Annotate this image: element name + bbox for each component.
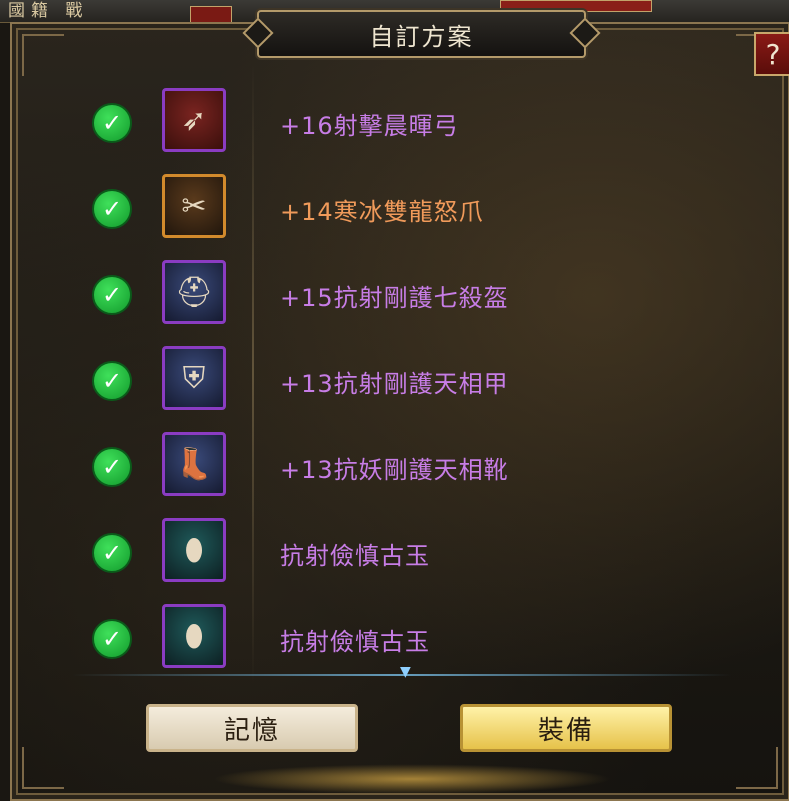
- boots-icon: 👢: [175, 446, 213, 482]
- equipment-row[interactable]: ✓ ⬮ 抗射儉慎古玉: [12, 514, 788, 594]
- equipment-row[interactable]: ✓ ➶ +16射擊晨暉弓: [12, 84, 788, 164]
- checkmark-icon[interactable]: ✓: [92, 447, 132, 487]
- checkmark-icon[interactable]: ✓: [92, 619, 132, 659]
- scroll-down-icon[interactable]: ▼: [400, 664, 411, 680]
- corner-ornament: [22, 34, 64, 76]
- jade-pendant-icon: ⬮: [184, 618, 204, 654]
- equipment-row[interactable]: ✓ ⛑ +15抗射剛護七殺盔: [12, 256, 788, 336]
- checkmark-icon[interactable]: ✓: [92, 533, 132, 573]
- item-name: +13抗妖剛護天相靴: [280, 456, 509, 484]
- item-name: +16射擊晨暉弓: [280, 112, 459, 140]
- jade-pendant-icon: ⬮: [184, 532, 204, 568]
- item-slot[interactable]: ⛨: [162, 346, 226, 410]
- equipment-row[interactable]: ✓ ⛨ +13抗射剛護天相甲: [12, 342, 788, 422]
- armor-icon: ⛨: [182, 360, 206, 396]
- item-name: +14寒冰雙龍怒爪: [280, 198, 484, 226]
- custom-plan-dialog: 自訂方案 ? ✓ ➶ +16射擊晨暉弓 ✓ ✂ +14寒冰雙龍怒爪 ✓ ⛑ +15抗射剛護七殺盔…: [10, 10, 789, 801]
- corner-ornament: [22, 747, 64, 789]
- bottom-glow: [212, 764, 612, 794]
- dialog-title-plate: 自訂方案: [257, 10, 586, 58]
- item-name: 抗射儉慎古玉: [280, 628, 430, 656]
- item-slot[interactable]: ✂: [162, 174, 226, 238]
- item-slot[interactable]: ⛑: [162, 260, 226, 324]
- item-name: 抗射儉慎古玉: [280, 542, 430, 570]
- bow-icon: ➶: [181, 102, 207, 138]
- equipment-row[interactable]: ✓ ✂ +14寒冰雙龍怒爪: [12, 170, 788, 250]
- dialog-title: 自訂方案: [369, 22, 474, 51]
- item-slot[interactable]: 👢: [162, 432, 226, 496]
- item-name: +13抗射剛護天相甲: [280, 370, 509, 398]
- equip-button[interactable]: 裝備: [460, 704, 672, 752]
- checkmark-icon[interactable]: ✓: [92, 361, 132, 401]
- background-label: 國籍 戰: [8, 1, 89, 21]
- equipment-row[interactable]: ✓ 👢 +13抗妖剛護天相靴: [12, 428, 788, 508]
- claw-icon: ✂: [181, 188, 207, 224]
- item-slot[interactable]: ⬮: [162, 518, 226, 582]
- item-name: +15抗射剛護七殺盔: [280, 284, 509, 312]
- checkmark-icon[interactable]: ✓: [92, 275, 132, 315]
- item-slot[interactable]: ➶: [162, 88, 226, 152]
- corner-ornament: [736, 747, 778, 789]
- item-slot[interactable]: ⬮: [162, 604, 226, 668]
- helmet-icon: ⛑: [174, 274, 214, 310]
- help-button[interactable]: ?: [754, 32, 789, 76]
- memory-button[interactable]: 記憶: [146, 704, 358, 752]
- checkmark-icon[interactable]: ✓: [92, 103, 132, 143]
- checkmark-icon[interactable]: ✓: [92, 189, 132, 229]
